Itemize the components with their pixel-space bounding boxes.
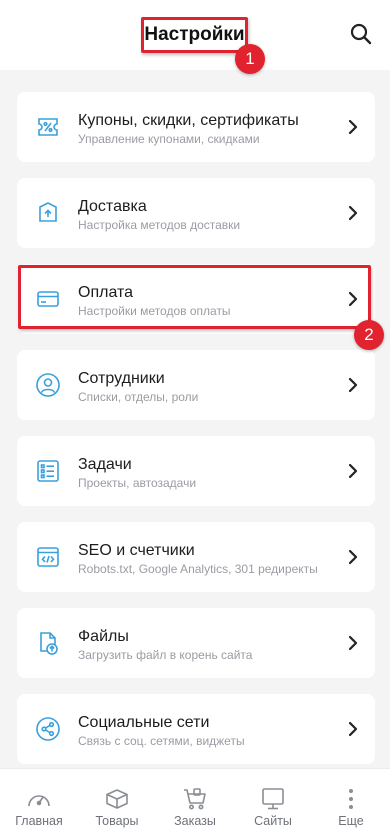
app-header: Настройки 1 bbox=[0, 0, 390, 74]
nav-label: Сайты bbox=[254, 814, 292, 828]
settings-item-social[interactable]: Социальные сети Связь с соц. сетями, вид… bbox=[17, 694, 375, 764]
chevron-right-icon bbox=[345, 719, 361, 739]
search-button[interactable] bbox=[346, 19, 376, 49]
annotation-marker-1: 1 bbox=[235, 44, 265, 74]
tasks-icon bbox=[34, 457, 62, 485]
dashboard-gauge-icon bbox=[25, 786, 53, 812]
nav-item-sites[interactable]: Сайты bbox=[234, 769, 312, 831]
chevron-right-icon bbox=[345, 461, 361, 481]
settings-item-subtitle: Robots.txt, Google Analytics, 301 редире… bbox=[78, 562, 318, 576]
coupon-icon bbox=[34, 113, 62, 141]
nav-item-products[interactable]: Товары bbox=[78, 769, 156, 831]
settings-item-title: Сотрудники bbox=[78, 370, 165, 387]
settings-item-files[interactable]: Файлы Загрузить файл в корень сайта bbox=[17, 608, 375, 678]
settings-item-subtitle: Списки, отделы, роли bbox=[78, 390, 199, 404]
settings-item-subtitle: Связь с соц. сетями, виджеты bbox=[78, 734, 245, 748]
settings-item-coupons[interactable]: Купоны, скидки, сертификаты Управление к… bbox=[17, 92, 375, 162]
chevron-right-icon bbox=[345, 633, 361, 653]
delivery-icon bbox=[34, 199, 62, 227]
nav-label: Заказы bbox=[174, 814, 216, 828]
share-icon bbox=[34, 715, 62, 743]
cart-icon bbox=[181, 786, 209, 812]
settings-item-title: Задачи bbox=[78, 456, 132, 473]
chevron-right-icon bbox=[345, 117, 361, 137]
settings-item-subtitle: Загрузить файл в корень сайта bbox=[78, 648, 253, 662]
settings-item-title: SEO и счетчики bbox=[78, 542, 195, 559]
more-dots-icon bbox=[337, 786, 365, 812]
settings-item-title: Файлы bbox=[78, 628, 129, 645]
nav-label: Главная bbox=[15, 814, 63, 828]
settings-item-delivery[interactable]: Доставка Настройка методов доставки bbox=[17, 178, 375, 248]
nav-label: Товары bbox=[95, 814, 139, 828]
annotation-marker-2: 2 bbox=[354, 320, 384, 350]
page-title: Настройки bbox=[141, 17, 248, 53]
chevron-right-icon bbox=[345, 375, 361, 395]
file-upload-icon bbox=[34, 629, 62, 657]
settings-item-subtitle: Проекты, автозадачи bbox=[78, 476, 197, 490]
settings-item-tasks[interactable]: Задачи Проекты, автозадачи bbox=[17, 436, 375, 506]
settings-item-seo[interactable]: SEO и счетчики Robots.txt, Google Analyt… bbox=[17, 522, 375, 592]
seo-code-icon bbox=[34, 543, 62, 571]
search-icon bbox=[350, 23, 372, 45]
payment-highlight-box bbox=[18, 265, 371, 329]
settings-item-subtitle: Настройка методов доставки bbox=[78, 218, 241, 232]
settings-item-title: Доставка bbox=[78, 198, 147, 215]
nav-item-orders[interactable]: Заказы bbox=[156, 769, 234, 831]
settings-item-title: Социальные сети bbox=[78, 714, 210, 731]
nav-item-more[interactable]: Еще bbox=[312, 769, 390, 831]
box-icon bbox=[103, 786, 131, 812]
nav-label: Еще bbox=[338, 814, 364, 828]
settings-item-title: Купоны, скидки, сертификаты bbox=[78, 112, 299, 129]
settings-item-subtitle: Управление купонами, скидками bbox=[78, 132, 260, 146]
employees-icon bbox=[34, 371, 62, 399]
settings-item-employees[interactable]: Сотрудники Списки, отделы, роли bbox=[17, 350, 375, 420]
nav-item-home[interactable]: Главная bbox=[0, 769, 78, 831]
monitor-icon bbox=[259, 786, 287, 812]
chevron-right-icon bbox=[345, 203, 361, 223]
chevron-right-icon bbox=[345, 547, 361, 567]
bottom-navigation: Главная Товары Заказы Сайты Еще bbox=[0, 768, 390, 831]
